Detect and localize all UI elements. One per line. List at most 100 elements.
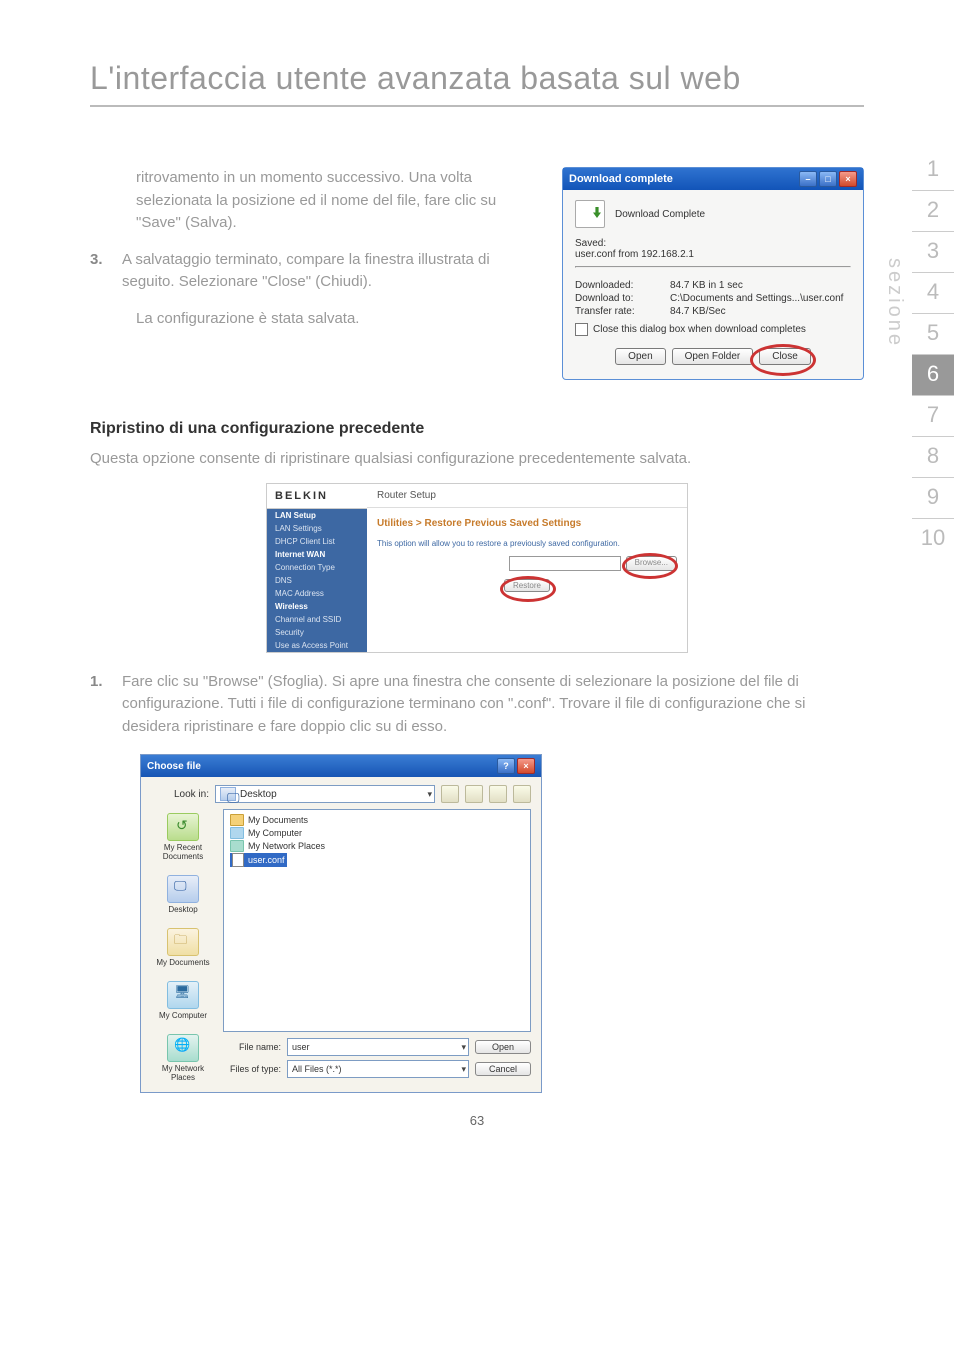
close-icon[interactable]: × bbox=[517, 758, 535, 774]
section-tab-2[interactable]: 2 bbox=[912, 191, 954, 232]
sidebar-connection[interactable]: Connection Type bbox=[267, 561, 367, 574]
section-tab-3[interactable]: 3 bbox=[912, 232, 954, 273]
close-button-label: Close bbox=[772, 351, 798, 362]
page-number: 63 bbox=[90, 1113, 864, 1128]
sidebar-desktop-label: Desktop bbox=[167, 905, 199, 914]
downloaded-value: 84.7 KB in 1 sec bbox=[670, 280, 743, 291]
downloaded-label: Downloaded: bbox=[575, 280, 670, 291]
recent-icon bbox=[167, 813, 199, 841]
look-in-dropdown[interactable]: Desktop bbox=[215, 785, 435, 803]
restore-heading: Ripristino di una configurazione precede… bbox=[90, 420, 864, 438]
maximize-icon[interactable]: □ bbox=[819, 171, 837, 187]
up-icon[interactable] bbox=[465, 785, 483, 803]
sidebar-security[interactable]: Security bbox=[267, 626, 367, 639]
sidebar-lan-setup[interactable]: LAN Setup bbox=[267, 509, 367, 522]
choose-file-dialog: Choose file ? × Look in: Desktop bbox=[140, 754, 542, 1093]
open-folder-button[interactable]: Open Folder bbox=[672, 348, 754, 365]
section-tab-8[interactable]: 8 bbox=[912, 437, 954, 478]
minimize-icon[interactable]: – bbox=[799, 171, 817, 187]
new-folder-icon[interactable] bbox=[489, 785, 507, 803]
step-3-number: 3. bbox=[90, 249, 108, 294]
section-tab-6[interactable]: 6 bbox=[912, 355, 954, 396]
file-name-value: user bbox=[292, 1042, 310, 1052]
file-name-input[interactable]: user bbox=[287, 1038, 469, 1056]
network-icon bbox=[230, 840, 244, 852]
choose-file-title: Choose file bbox=[147, 761, 201, 772]
sidebar-recent-label: My Recent Documents bbox=[151, 843, 215, 861]
browse-button[interactable]: Browse... bbox=[626, 556, 677, 571]
file-list-area[interactable]: My Documents My Computer My Network Plac… bbox=[223, 809, 531, 1032]
step-3-text: A salvataggio terminato, compare la fine… bbox=[122, 249, 542, 294]
section-tab-7[interactable]: 7 bbox=[912, 396, 954, 437]
section-tab-5[interactable]: 5 bbox=[912, 314, 954, 355]
sidebar-my-network[interactable]: My Network Places bbox=[151, 1034, 215, 1082]
section-tab-1[interactable]: 1 bbox=[912, 150, 954, 191]
computer-icon bbox=[167, 981, 199, 1009]
sidebar-my-computer[interactable]: My Computer bbox=[159, 981, 207, 1020]
documents-icon bbox=[167, 928, 199, 956]
belkin-sidebar: BELKIN LAN Setup LAN Settings DHCP Clien… bbox=[267, 484, 367, 652]
file-item-label: My Computer bbox=[248, 828, 302, 838]
belkin-file-input[interactable] bbox=[509, 556, 621, 571]
view-menu-icon[interactable] bbox=[513, 785, 531, 803]
sidebar-desktop[interactable]: Desktop bbox=[167, 875, 199, 914]
section-tab-10[interactable]: 10 bbox=[912, 519, 954, 559]
cancel-button[interactable]: Cancel bbox=[475, 1062, 531, 1076]
file-type-dropdown[interactable]: All Files (*.*) bbox=[287, 1060, 469, 1078]
file-name-label: File name: bbox=[223, 1042, 281, 1052]
download-icon bbox=[575, 200, 605, 228]
sidebar-wireless[interactable]: Wireless bbox=[267, 600, 367, 613]
section-tab-4[interactable]: 4 bbox=[912, 273, 954, 314]
section-vertical-label: sezione bbox=[883, 258, 906, 348]
file-item-selected[interactable]: user.conf bbox=[230, 853, 287, 867]
file-item-my-computer[interactable]: My Computer bbox=[230, 827, 524, 839]
file-item-my-documents[interactable]: My Documents bbox=[230, 814, 524, 826]
sidebar-computer-label: My Computer bbox=[159, 1011, 207, 1020]
close-button[interactable]: Close bbox=[759, 348, 811, 365]
browse-button-label: Browse... bbox=[635, 558, 668, 567]
close-icon[interactable]: × bbox=[839, 171, 857, 187]
restore-button[interactable]: Restore bbox=[504, 579, 550, 592]
section-tab-9[interactable]: 9 bbox=[912, 478, 954, 519]
file-type-value: All Files (*.*) bbox=[292, 1064, 342, 1074]
transfer-rate-value: 84.7 KB/Sec bbox=[670, 306, 726, 317]
step-3-note: La configurazione è stata salvata. bbox=[136, 308, 542, 331]
sidebar-use-ap[interactable]: Use as Access Point bbox=[267, 639, 367, 652]
file-item-label: My Network Places bbox=[248, 841, 325, 851]
restore-description: Questa opzione consente di ripristinare … bbox=[90, 448, 864, 471]
sidebar-internet-wan[interactable]: Internet WAN bbox=[267, 548, 367, 561]
download-complete-dialog: Download complete – □ × Download Complet… bbox=[562, 167, 864, 380]
belkin-section-desc: This option will allow you to restore a … bbox=[377, 539, 677, 548]
sidebar-dhcp[interactable]: DHCP Client List bbox=[267, 535, 367, 548]
sidebar-mac[interactable]: MAC Address bbox=[267, 587, 367, 600]
sidebar-lan-settings[interactable]: LAN Settings bbox=[267, 522, 367, 535]
belkin-router-panel: BELKIN LAN Setup LAN Settings DHCP Clien… bbox=[266, 483, 688, 653]
back-icon[interactable] bbox=[441, 785, 459, 803]
transfer-rate-label: Transfer rate: bbox=[575, 306, 670, 317]
sidebar-my-documents[interactable]: My Documents bbox=[156, 928, 209, 967]
belkin-router-setup-label: Router Setup bbox=[367, 484, 687, 508]
sidebar-docs-label: My Documents bbox=[156, 958, 209, 967]
computer-icon bbox=[230, 827, 244, 839]
sidebar-dns[interactable]: DNS bbox=[267, 574, 367, 587]
sidebar-recent[interactable]: My Recent Documents bbox=[151, 813, 215, 861]
belkin-brand-label: BELKIN bbox=[267, 484, 367, 509]
download-complete-label: Download Complete bbox=[615, 209, 705, 220]
open-button[interactable]: Open bbox=[615, 348, 665, 365]
file-item-my-network[interactable]: My Network Places bbox=[230, 840, 524, 852]
help-icon[interactable]: ? bbox=[497, 758, 515, 774]
close-dialog-checkbox[interactable] bbox=[575, 323, 588, 336]
choose-file-titlebar: Choose file ? × bbox=[141, 755, 541, 777]
file-type-label: Files of type: bbox=[223, 1064, 281, 1074]
look-in-value: Desktop bbox=[240, 789, 277, 800]
sidebar-channel[interactable]: Channel and SSID bbox=[267, 613, 367, 626]
open-button[interactable]: Open bbox=[475, 1040, 531, 1054]
belkin-section-title: Utilities > Restore Previous Saved Setti… bbox=[377, 518, 677, 529]
restore-button-label: Restore bbox=[513, 581, 541, 590]
intro-paragraph: ritrovamento in un momento successivo. U… bbox=[136, 167, 542, 235]
file-item-selected-label: user.conf bbox=[248, 855, 285, 865]
title-underline bbox=[90, 105, 864, 107]
saved-label: Saved: bbox=[575, 238, 851, 249]
dialog-title: Download complete bbox=[569, 173, 673, 185]
page-title: L'interfaccia utente avanzata basata sul… bbox=[90, 60, 864, 97]
